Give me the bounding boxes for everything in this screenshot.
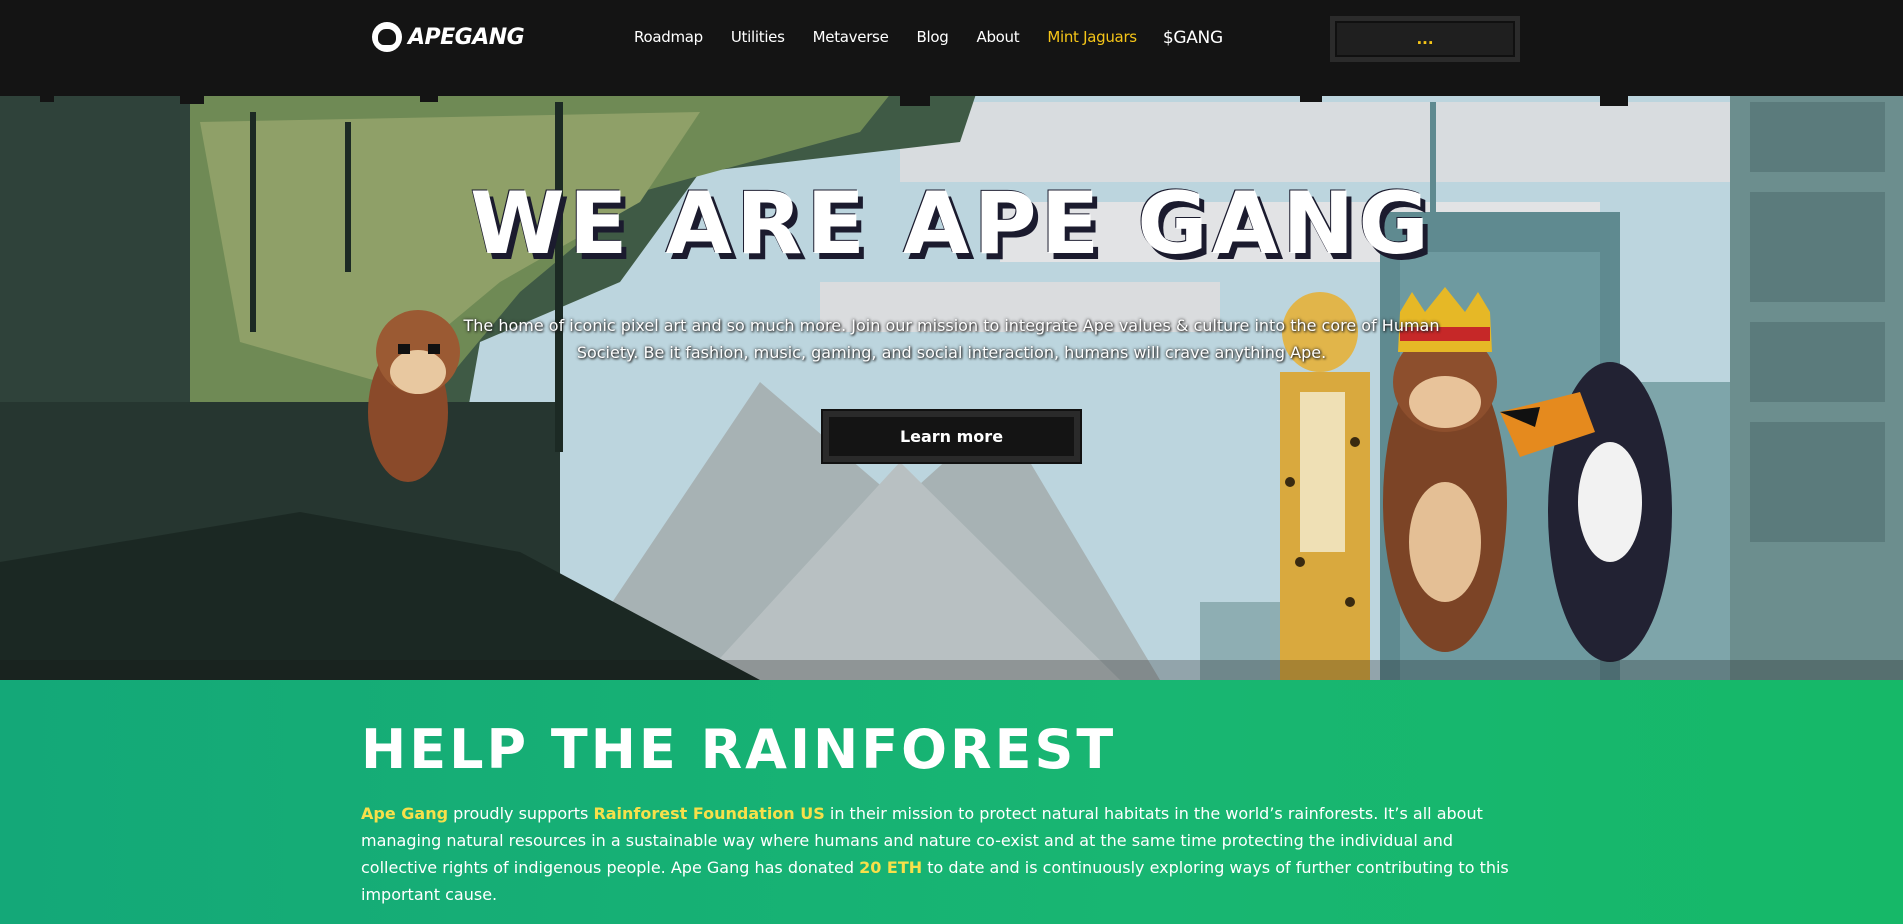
hero-title: WE ARE APE GANG — [470, 174, 1433, 274]
nav-utilities[interactable]: Utilities — [731, 28, 785, 48]
ape-gang-highlight: Ape Gang — [361, 804, 449, 823]
nav-roadmap[interactable]: Roadmap — [634, 28, 703, 48]
rainforest-foundation-link[interactable]: Rainforest Foundation US — [593, 804, 824, 823]
donation-amount: 20 ETH — [859, 858, 923, 877]
logo-text: APEGANG — [408, 24, 525, 50]
hero-pixel-art-scene — [0, 82, 1903, 680]
nav-blog[interactable]: Blog — [917, 28, 949, 48]
rainforest-section: HELP THE RAINFOREST Ape Gang proudly sup… — [0, 680, 1903, 924]
nav-gang-token[interactable]: $GANG — [1163, 28, 1223, 48]
nav-metaverse[interactable]: Metaverse — [813, 28, 889, 48]
nav-about[interactable]: About — [976, 28, 1019, 48]
hero-subtitle: The home of iconic pixel art and so much… — [463, 316, 1440, 362]
wallet-button[interactable]: ... — [1330, 16, 1520, 62]
text-segment: proudly supports — [448, 804, 594, 823]
ape-logo-icon — [372, 22, 402, 52]
nav-mint-jaguars[interactable]: Mint Jaguars — [1047, 28, 1137, 48]
learn-more-button[interactable]: Learn more — [823, 411, 1080, 462]
main-nav: Roadmap Utilities Metaverse Blog About M… — [634, 28, 1223, 48]
hero-section: WE ARE APE GANG The home of iconic pixel… — [0, 82, 1903, 680]
top-navbar: APEGANG Roadmap Utilities Metaverse Blog… — [0, 0, 1903, 82]
brand-logo[interactable]: APEGANG — [372, 22, 525, 52]
rainforest-title: HELP THE RAINFOREST — [361, 718, 1117, 781]
rainforest-paragraph: Ape Gang proudly supports Rainforest Fou… — [361, 800, 1521, 908]
